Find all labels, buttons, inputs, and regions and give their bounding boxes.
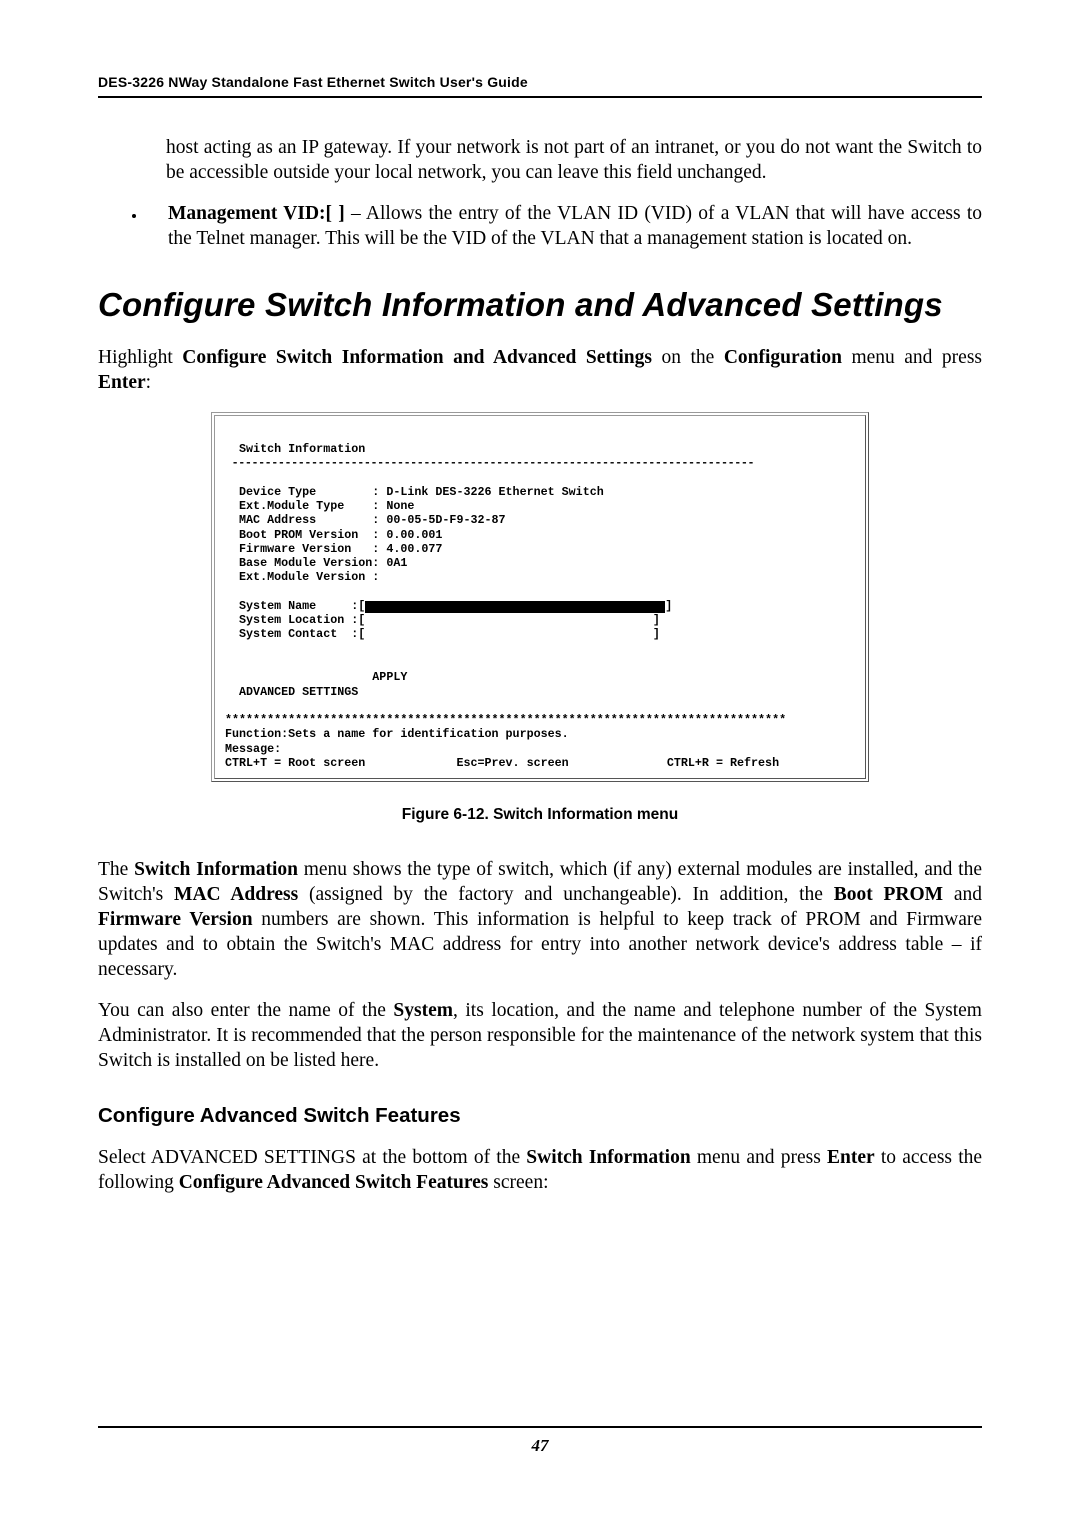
p3f: Boot PROM [834,884,943,905]
p5f: Configure Advanced Switch Features [179,1172,489,1193]
p3a: The [98,859,134,880]
p2d: Configuration [724,347,842,368]
terminal-screenshot: Switch Information ---------------------… [211,412,869,782]
term-system-name-line: System Name :[] [225,599,855,613]
p5d: Enter [827,1147,875,1168]
p5b: Switch Information [526,1147,690,1168]
term-line: Base Module Version: 0A1 [225,556,407,570]
header-title: DES-3226 NWay Standalone Fast Ethernet S… [98,74,528,90]
p2f: Enter [98,372,146,393]
term-line: Switch Information [225,442,365,456]
para5: Select ADVANCED SETTINGS at the bottom o… [98,1146,982,1196]
p4a: You can also enter the name of the [98,1000,393,1021]
para4: You can also enter the name of the Syste… [98,999,982,1074]
p3e: (assigned by the factory and unchangeabl… [298,884,833,905]
section-title: Configure Switch Information and Advance… [98,286,982,324]
term-l8b: ] [665,599,672,613]
term-l8a: System Name :[ [225,599,365,613]
term-line: Ext.Module Type : None [225,499,414,513]
term-line: System Contact :[ ] [225,627,660,641]
p3b: Switch Information [134,859,298,880]
p2e: menu and press [842,347,982,368]
p2g: : [146,372,151,393]
p5c: menu and press [691,1147,827,1168]
page-header: DES-3226 NWay Standalone Fast Ethernet S… [98,74,982,98]
footer-rule [98,1426,982,1428]
figure-caption: Figure 6-12. Switch Information menu [98,806,982,824]
terminal-cursor-block [365,601,665,613]
intro2-para: Highlight Configure Switch Information a… [98,346,982,396]
term-line: ****************************************… [225,713,786,727]
p5a: Select ADVANCED SETTINGS at the bottom o… [98,1147,526,1168]
page-number: 47 [0,1436,1080,1456]
term-line: Ext.Module Version : [225,570,379,584]
subsection-title: Configure Advanced Switch Features [98,1104,982,1128]
term-line: System Location :[ ] [225,613,660,627]
para3: The Switch Information menu shows the ty… [98,858,982,983]
p5g: screen: [488,1172,548,1193]
p3d: MAC Address [174,884,298,905]
term-line: Firmware Version : 4.00.077 [225,542,442,556]
term-line: CTRL+T = Root screen Esc=Prev. screen CT… [225,756,779,770]
intro-para: host acting as an IP gateway. If your ne… [166,136,982,186]
term-line: ADVANCED SETTINGS [225,685,358,699]
p4b: System [393,1000,453,1021]
term-line: Boot PROM Version : 0.00.001 [225,528,442,542]
p2b: Configure Switch Information and Advance… [182,347,652,368]
term-line: APPLY [225,670,407,684]
term-line: Device Type : D-Link DES-3226 Ethernet S… [225,485,604,499]
p3g: and [943,884,982,905]
bullet-management-vid: Management VID:[ ] – Allows the entry of… [146,202,982,252]
term-line: ----------------------------------------… [225,456,754,470]
p2c: on the [652,347,724,368]
p3h: Firmware Version [98,909,253,930]
term-line: Function:Sets a name for identification … [225,727,569,741]
term-line: MAC Address : 00-05-5D-F9-32-87 [225,513,506,527]
p2a: Highlight [98,347,182,368]
bullet-strong: Management VID:[ ] [168,203,345,224]
term-line: Message: [225,742,281,756]
